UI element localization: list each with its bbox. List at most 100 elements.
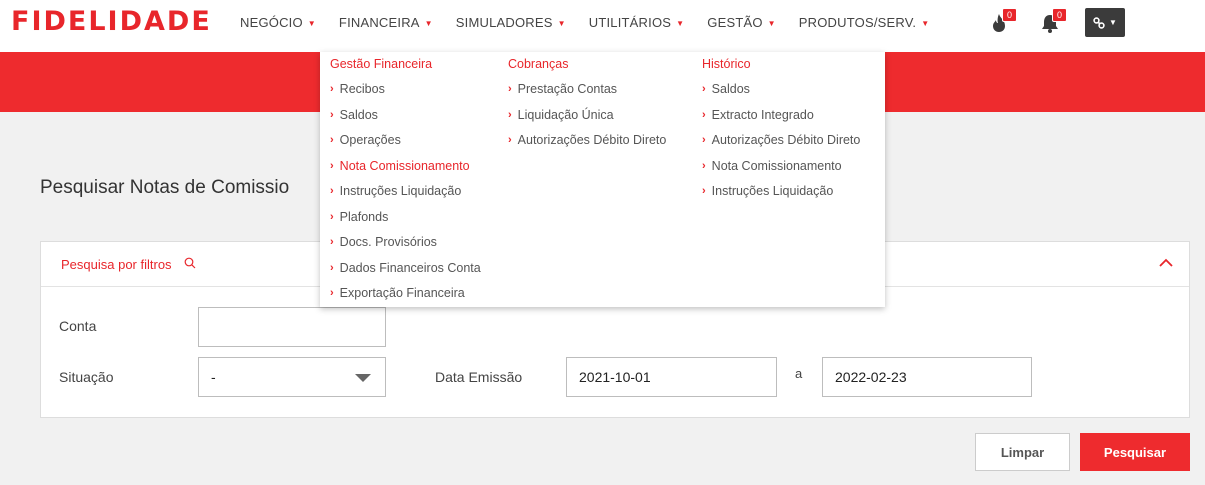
menu-heading: Cobranças	[508, 57, 569, 71]
caret-down-icon: ▼	[676, 19, 685, 28]
nav-financeira[interactable]: FINANCEIRA ▼	[339, 15, 433, 30]
menu-column-historico: Histórico › Saldos › Extracto Integrado › A…	[702, 52, 860, 205]
nav-label: SIMULADORES	[455, 14, 553, 30]
nav-negocio[interactable]: NEGÓCIO ▼	[240, 15, 316, 30]
menu-item[interactable]: › Dados Financeiros Conta	[330, 256, 481, 282]
menu-item[interactable]: › Operações	[330, 128, 481, 154]
caret-down-icon: ▼	[767, 19, 776, 28]
situacao-label: Situação	[59, 369, 114, 385]
nav-gestao[interactable]: GESTÃO ▼	[707, 15, 776, 30]
chevron-right-icon: ›	[330, 83, 334, 95]
menu-item-label: Autorizações Débito Direto	[517, 133, 667, 147]
menu-item-label: Saldos	[339, 107, 378, 122]
date-from-input[interactable]: 2021-10-01	[566, 357, 777, 397]
conta-label: Conta	[59, 318, 97, 334]
menu-item-label: Instruções Liquidação	[339, 184, 462, 198]
search-button[interactable]: Pesquisar	[1080, 433, 1190, 471]
chevron-right-icon: ›	[330, 210, 334, 223]
menu-item-label: Plafonds	[339, 209, 389, 224]
situacao-select[interactable]: -	[198, 357, 386, 397]
nav-label: GESTÃO	[707, 14, 763, 30]
chevron-right-icon: ›	[330, 134, 334, 146]
nav-label: FINANCEIRA	[338, 14, 420, 30]
search-icon	[184, 257, 196, 269]
chevron-right-icon: ›	[330, 236, 334, 248]
date-range-separator: a	[795, 366, 803, 381]
data-emissao-label: Data Emissão	[435, 369, 523, 385]
menu-item[interactable]: › Instruções Liquidação	[702, 179, 860, 205]
chevron-right-icon: ›	[508, 108, 512, 121]
conta-input[interactable]	[198, 307, 386, 347]
menu-item-label: Recibos	[339, 82, 385, 96]
menu-item-active[interactable]: › Nota Comissionamento	[330, 154, 481, 180]
bell-notifications-button[interactable]: 0	[1040, 8, 1068, 34]
filter-panel-title: Pesquisa por filtros	[61, 257, 172, 272]
situacao-selected-value: -	[211, 369, 216, 385]
menu-item-label: Prestação Contas	[517, 82, 618, 96]
menu-item[interactable]: › Saldos	[702, 77, 860, 103]
date-to-input[interactable]: 2022-02-23	[822, 357, 1032, 397]
chevron-right-icon: ›	[330, 185, 334, 197]
menu-item-label: Extracto Integrado	[711, 107, 814, 122]
top-bar: FIDELIDADE NEGÓCIO ▼ FINANCEIRA ▼ SIMULADO…	[0, 0, 1205, 52]
menu-item[interactable]: › Extracto Integrado	[702, 103, 860, 129]
menu-item[interactable]: › Liquidação Única	[508, 103, 666, 129]
menu-item[interactable]: › Nota Comissionamento	[702, 154, 860, 180]
menu-item-label: Docs. Provisórios	[339, 235, 437, 249]
link-icon	[1093, 16, 1105, 29]
chevron-right-icon: ›	[330, 108, 334, 121]
caret-down-icon: ▼	[921, 19, 930, 28]
nav-utilitarios[interactable]: UTILITÁRIOS ▼	[589, 15, 685, 30]
chevron-right-icon: ›	[702, 185, 706, 197]
menu-item-label: Exportação Financeira	[339, 286, 465, 300]
menu-item[interactable]: › Recibos	[330, 77, 481, 103]
chevron-right-icon: ›	[702, 83, 706, 95]
chevron-right-icon: ›	[330, 287, 334, 299]
links-menu-button[interactable]: ▼	[1085, 8, 1125, 37]
caret-down-icon: ▼	[557, 19, 566, 28]
chevron-up-icon[interactable]	[1159, 256, 1173, 270]
nav-label: UTILITÁRIOS	[588, 14, 672, 30]
chevron-right-icon: ›	[330, 159, 334, 172]
fidelidade-logo[interactable]: FIDELIDADE	[11, 6, 212, 37]
menu-item[interactable]: › Prestação Contas	[508, 77, 666, 103]
menu-item-label: Instruções Liquidação	[711, 184, 834, 198]
menu-column-gestao-financeira: Gestão Financeira › Recibos › Saldos › Oper…	[330, 52, 481, 307]
dropdown-arrow-icon	[355, 374, 371, 382]
menu-item[interactable]: › Autorizações Débito Direto	[508, 128, 666, 154]
menu-item[interactable]: › Saldos	[330, 103, 481, 129]
menu-column-cobrancas: Cobranças › Prestação Contas › Liquidação …	[508, 52, 666, 154]
financeira-dropdown-menu: Gestão Financeira › Recibos › Saldos › Oper…	[320, 52, 885, 307]
nav-label: NEGÓCIO	[240, 14, 303, 30]
menu-item-label: Nota Comissionamento	[711, 158, 842, 173]
menu-item-label: Liquidação Única	[517, 107, 614, 122]
caret-down-icon: ▼	[424, 19, 433, 28]
menu-item[interactable]: › Autorizações Débito Direto	[702, 128, 860, 154]
menu-item[interactable]: › Exportação Financeira	[330, 281, 481, 307]
chevron-right-icon: ›	[702, 134, 706, 146]
caret-down-icon: ▼	[1109, 18, 1117, 27]
caret-down-icon: ▼	[307, 19, 316, 28]
menu-item-label: Dados Financeiros Conta	[339, 260, 481, 275]
fire-count-badge: 0	[1002, 8, 1018, 22]
nav-simuladores[interactable]: SIMULADORES ▼	[456, 15, 566, 30]
nav-label: PRODUTOS/SERV.	[798, 14, 917, 30]
menu-item[interactable]: › Instruções Liquidação	[330, 179, 481, 205]
chevron-right-icon: ›	[508, 83, 512, 95]
clear-button[interactable]: Limpar	[975, 433, 1070, 471]
bell-count-badge: 0	[1052, 8, 1068, 22]
menu-item-label: Autorizações Débito Direto	[711, 133, 861, 147]
chevron-right-icon: ›	[702, 108, 706, 121]
menu-item[interactable]: › Docs. Provisórios	[330, 230, 481, 256]
nav-produtos-serv[interactable]: PRODUTOS/SERV. ▼	[799, 15, 930, 30]
menu-heading: Gestão Financeira	[330, 57, 433, 71]
menu-item-label: Operações	[339, 133, 401, 147]
menu-heading: Histórico	[702, 57, 751, 71]
menu-item[interactable]: › Plafonds	[330, 205, 481, 231]
page-title: Pesquisar Notas de Comissio	[40, 177, 290, 198]
fire-notifications-button[interactable]: 0	[990, 8, 1018, 34]
chevron-right-icon: ›	[508, 134, 512, 146]
chevron-right-icon: ›	[330, 261, 334, 274]
menu-item-label: Nota Comissionamento	[339, 158, 470, 173]
main-nav: NEGÓCIO ▼ FINANCEIRA ▼ SIMULADORES ▼ UTILIT…	[240, 0, 952, 44]
